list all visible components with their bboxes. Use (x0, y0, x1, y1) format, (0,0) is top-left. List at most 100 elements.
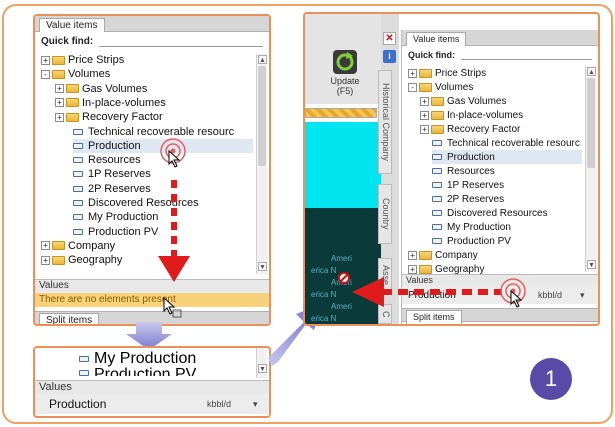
tree-item[interactable]: Resources (432, 164, 495, 178)
tree-folder[interactable]: + In-place-volumes (420, 108, 523, 122)
quick-find-input[interactable] (99, 37, 263, 47)
values-drop-zone[interactable]: There are no elements present (35, 293, 269, 307)
expand-icon[interactable]: + (55, 84, 64, 94)
side-tab-country[interactable]: Country (378, 184, 392, 244)
tree-item[interactable]: Discovered Resources (432, 206, 548, 220)
folder-icon (52, 69, 65, 79)
info-icon[interactable]: i (383, 50, 396, 63)
tab-bar: Value items (402, 30, 598, 46)
tab-value-items[interactable]: Value items (406, 32, 467, 46)
tree-item[interactable]: Production (432, 150, 582, 164)
scroll-thumb[interactable] (258, 66, 266, 166)
tree-label: Price Strips (435, 67, 487, 79)
chevron-down-icon[interactable]: ▾ (580, 290, 585, 301)
value-item-icon (73, 185, 83, 192)
tree-item[interactable]: 2P Reserves (432, 192, 504, 206)
tab-split-items[interactable]: Split items (39, 313, 100, 324)
tree-label: 1P Reserves (447, 179, 505, 191)
scroll-up-icon[interactable]: ▲ (587, 67, 596, 76)
tree-label: Production PV (88, 225, 159, 238)
folder-icon (66, 98, 79, 108)
tree-folder[interactable]: + Gas Volumes (420, 94, 506, 108)
tree-item[interactable]: 2P Reserves (73, 182, 151, 196)
tree-item[interactable]: Discovered Resources (73, 196, 199, 210)
scroll-down-icon[interactable]: ▼ (258, 262, 267, 271)
folder-icon (419, 250, 432, 260)
tree-folder[interactable]: + Company (408, 248, 478, 262)
tree-folder[interactable]: + In-place-volumes (55, 96, 166, 110)
folder-icon (419, 82, 432, 92)
side-tab-historical-company[interactable]: Historical Company (378, 70, 392, 174)
tree-label: Geography (435, 263, 485, 275)
tree-label: Discovered Resources (447, 207, 548, 219)
tree-label: Volumes (435, 81, 474, 93)
expand-icon[interactable]: + (41, 241, 50, 251)
tab-value-items[interactable]: Value items (39, 18, 105, 32)
tree-folder[interactable]: + Recovery Factor (55, 110, 163, 124)
expand-icon[interactable]: + (408, 68, 417, 78)
table-cell: Ameri (331, 254, 352, 263)
tree-folder[interactable]: - Volumes (41, 67, 110, 81)
folder-icon (52, 55, 65, 65)
tree-item[interactable]: Technical recoverable resourc (73, 125, 234, 139)
tree-folder[interactable]: + Gas Volumes (55, 82, 147, 96)
scroll-thumb[interactable] (587, 78, 595, 168)
tree-folder[interactable]: + Company (41, 239, 115, 253)
tree-folder[interactable]: + Recovery Factor (420, 122, 520, 136)
value-items-tree: + Price Strips - Volumes + Gas Volumes + In-pla… (35, 51, 269, 281)
chevron-down-icon[interactable]: ▾ (253, 399, 258, 410)
value-item-icon (73, 128, 83, 135)
tree-label: 2P Reserves (447, 193, 505, 205)
tab-split-items[interactable]: Split items (406, 310, 462, 324)
folder-icon (431, 96, 444, 106)
tree-label: Geography (68, 254, 123, 267)
tree-folder[interactable]: + Price Strips (408, 66, 486, 80)
tree-item[interactable]: 1P Reserves (73, 167, 151, 181)
side-tab-c[interactable]: C (378, 304, 392, 324)
quick-find-label: Quick find: (408, 50, 455, 60)
tree-item[interactable]: Technical recoverable resourc (432, 136, 580, 150)
collapse-icon[interactable]: - (408, 82, 417, 92)
tree-label: Price Strips (68, 54, 125, 66)
tree-item[interactable]: My Production (73, 210, 158, 224)
tree-item[interactable]: Production PV (432, 234, 511, 248)
tree-label: Recovery Factor (447, 123, 521, 135)
expand-icon[interactable]: + (408, 264, 417, 274)
folder-icon (66, 84, 79, 94)
tree-folder[interactable]: + Geography (41, 253, 122, 267)
expand-icon[interactable]: + (420, 110, 429, 120)
expand-icon[interactable]: + (420, 96, 429, 106)
expand-icon[interactable]: + (41, 255, 50, 265)
tree-scrollbar[interactable]: ▲ ▼ (256, 54, 267, 274)
expand-icon[interactable]: + (420, 124, 429, 134)
tree-label: In-place-volumes (447, 109, 524, 121)
quick-find-input[interactable] (461, 50, 592, 60)
tree-folder[interactable]: - Volumes (408, 80, 473, 94)
close-icon[interactable]: ✕ (383, 32, 396, 45)
value-item-icon (79, 370, 89, 376)
zoom-item-production-pv[interactable]: Production PV (79, 366, 196, 376)
tree-item[interactable]: 1P Reserves (432, 178, 504, 192)
value-row-production[interactable]: Production kbbl/d ▾ (35, 394, 269, 414)
zoom-scrollbar[interactable]: ▼ (256, 348, 267, 378)
expand-icon[interactable]: + (408, 250, 417, 260)
expand-icon[interactable]: + (55, 98, 64, 108)
zoom-item-my-production[interactable]: My Production (79, 350, 196, 367)
tree-item[interactable]: Production PV (73, 225, 158, 239)
tree-label: Volumes (68, 68, 111, 81)
tree-item[interactable]: Resources (73, 153, 141, 167)
scroll-down-icon[interactable]: ▼ (587, 260, 596, 269)
quick-find: Quick find: (402, 46, 598, 64)
tree-scrollbar[interactable]: ▲ ▼ (585, 66, 596, 272)
value-unit: kbbl/d (207, 399, 232, 409)
scroll-down-icon[interactable]: ▼ (258, 364, 267, 373)
tree-folder[interactable]: + Price Strips (41, 53, 124, 67)
scroll-up-icon[interactable]: ▲ (258, 55, 267, 64)
expand-icon[interactable]: + (41, 55, 50, 65)
collapse-icon[interactable]: - (41, 69, 50, 79)
tree-label: My Production (88, 211, 159, 224)
tree-item[interactable]: My Production (432, 220, 511, 234)
expand-icon[interactable]: + (55, 112, 64, 122)
tree-label: Discovered Resources (88, 197, 199, 209)
update-button[interactable]: Update (F5) (321, 48, 369, 96)
